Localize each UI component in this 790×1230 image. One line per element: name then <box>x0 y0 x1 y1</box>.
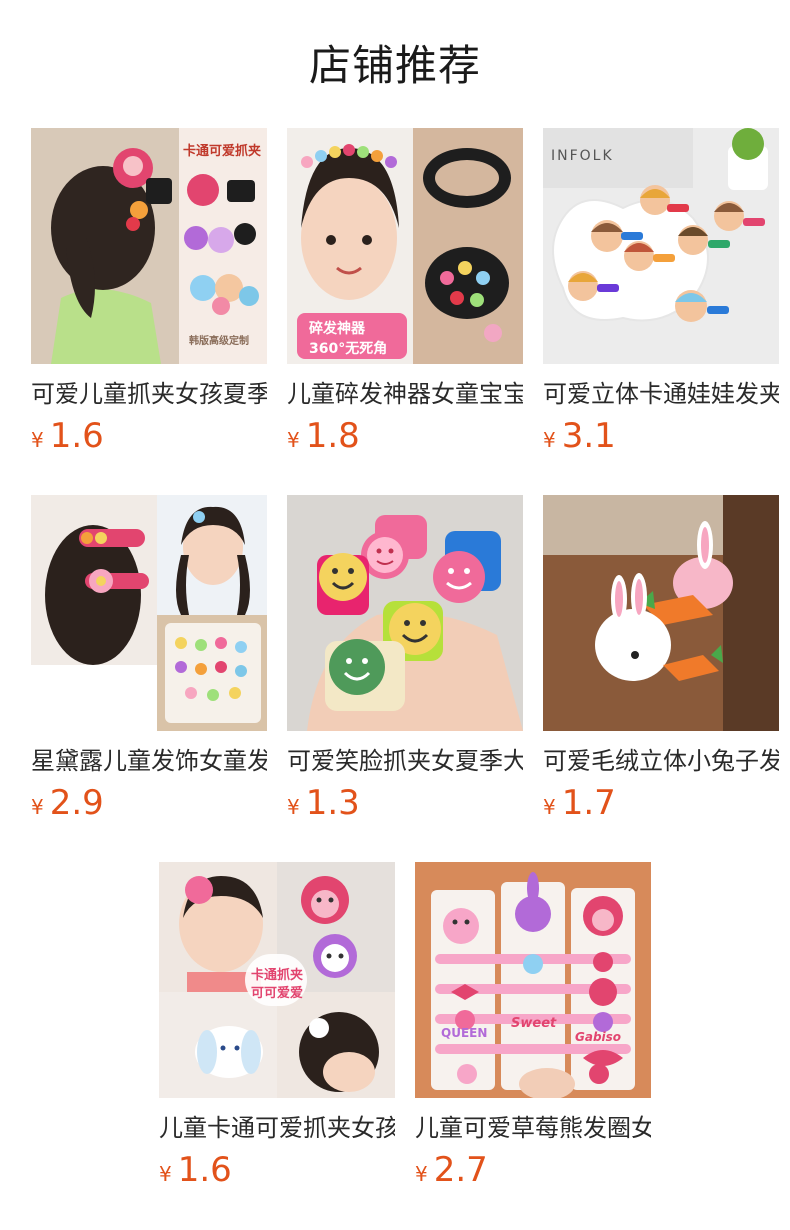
currency-symbol: ¥ <box>415 1162 428 1186</box>
product-title[interactable]: 星黛露儿童发饰女童发 <box>31 743 267 779</box>
product-image[interactable]: QUEEN Sweet Gabiso <box>415 862 651 1098</box>
image-caption: 碎发神器 <box>309 321 365 337</box>
product-title[interactable]: 可爱毛绒立体小兔子发 <box>543 743 779 779</box>
product-price: ¥2.9 <box>31 783 267 823</box>
image-caption: 360°无死角 <box>309 341 388 357</box>
product-card[interactable]: INFOLK 可爱立体卡通娃娃发夹 ¥3.1 <box>543 128 779 456</box>
product-image[interactable]: 卡通抓夹 可可爱爱 <box>159 862 395 1098</box>
currency-symbol: ¥ <box>159 1162 172 1186</box>
product-image[interactable]: INFOLK <box>543 128 779 364</box>
currency-symbol: ¥ <box>543 428 556 452</box>
price-value: 1.7 <box>561 783 616 823</box>
product-title[interactable]: 儿童可爱草莓熊发圈女 <box>415 1110 651 1146</box>
product-card[interactable]: 卡通可爱抓夹 韩版高级定制 可爱儿童抓夹女孩夏季 ¥1.6 <box>31 128 267 456</box>
product-image[interactable]: 卡通可爱抓夹 韩版高级定制 <box>31 128 267 364</box>
product-image[interactable] <box>543 495 779 731</box>
product-image[interactable]: 碎发神器 360°无死角 <box>287 128 523 364</box>
product-price: ¥3.1 <box>543 416 779 456</box>
price-value: 1.3 <box>305 783 360 823</box>
product-card[interactable]: QUEEN Sweet Gabiso 儿童可爱草莓熊发圈女 ¥2.7 <box>415 862 651 1190</box>
product-card[interactable]: 可爱笑脸抓夹女夏季大 ¥1.3 <box>287 495 523 823</box>
product-card[interactable]: 可爱毛绒立体小兔子发 ¥1.7 <box>543 495 779 823</box>
product-price: ¥1.6 <box>159 1150 395 1190</box>
price-value: 2.9 <box>49 783 104 823</box>
image-caption: INFOLK <box>551 148 614 164</box>
currency-symbol: ¥ <box>543 795 556 819</box>
product-title[interactable]: 儿童碎发神器女童宝宝 <box>287 376 523 412</box>
price-value: 2.7 <box>433 1150 488 1190</box>
image-caption: 可可爱爱 <box>251 986 304 1001</box>
price-value: 1.6 <box>177 1150 232 1190</box>
product-card[interactable]: 星黛露儿童发饰女童发 ¥2.9 <box>31 495 267 823</box>
product-price: ¥1.3 <box>287 783 523 823</box>
image-caption: QUEEN <box>441 1026 488 1040</box>
price-value: 1.6 <box>49 416 104 456</box>
product-title[interactable]: 儿童卡通可爱抓夹女孩 <box>159 1110 395 1146</box>
product-price: ¥1.7 <box>543 783 779 823</box>
image-caption: 韩版高级定制 <box>189 336 249 347</box>
product-card[interactable]: 碎发神器 360°无死角 儿童碎发神器女童宝宝 ¥1.8 <box>287 128 523 456</box>
currency-symbol: ¥ <box>287 795 300 819</box>
price-value: 3.1 <box>561 416 616 456</box>
image-caption: Gabiso <box>575 1030 622 1044</box>
currency-symbol: ¥ <box>31 795 44 819</box>
product-title[interactable]: 可爱笑脸抓夹女夏季大 <box>287 743 523 779</box>
price-value: 1.8 <box>305 416 360 456</box>
product-title[interactable]: 可爱立体卡通娃娃发夹 <box>543 376 779 412</box>
currency-symbol: ¥ <box>31 428 44 452</box>
product-price: ¥1.6 <box>31 416 267 456</box>
product-image[interactable] <box>31 495 267 731</box>
image-caption: Sweet <box>511 1016 557 1031</box>
image-caption: 卡通可爱抓夹 <box>183 144 262 159</box>
product-image[interactable] <box>287 495 523 731</box>
product-card[interactable]: 卡通抓夹 可可爱爱 儿童卡通可爱抓夹女孩 ¥1.6 <box>159 862 395 1190</box>
product-price: ¥1.8 <box>287 416 523 456</box>
page-title: 店铺推荐 <box>308 41 481 90</box>
product-price: ¥2.7 <box>415 1150 651 1190</box>
image-caption: 卡通抓夹 <box>251 968 304 983</box>
currency-symbol: ¥ <box>287 428 300 452</box>
product-title[interactable]: 可爱儿童抓夹女孩夏季 <box>31 376 267 412</box>
